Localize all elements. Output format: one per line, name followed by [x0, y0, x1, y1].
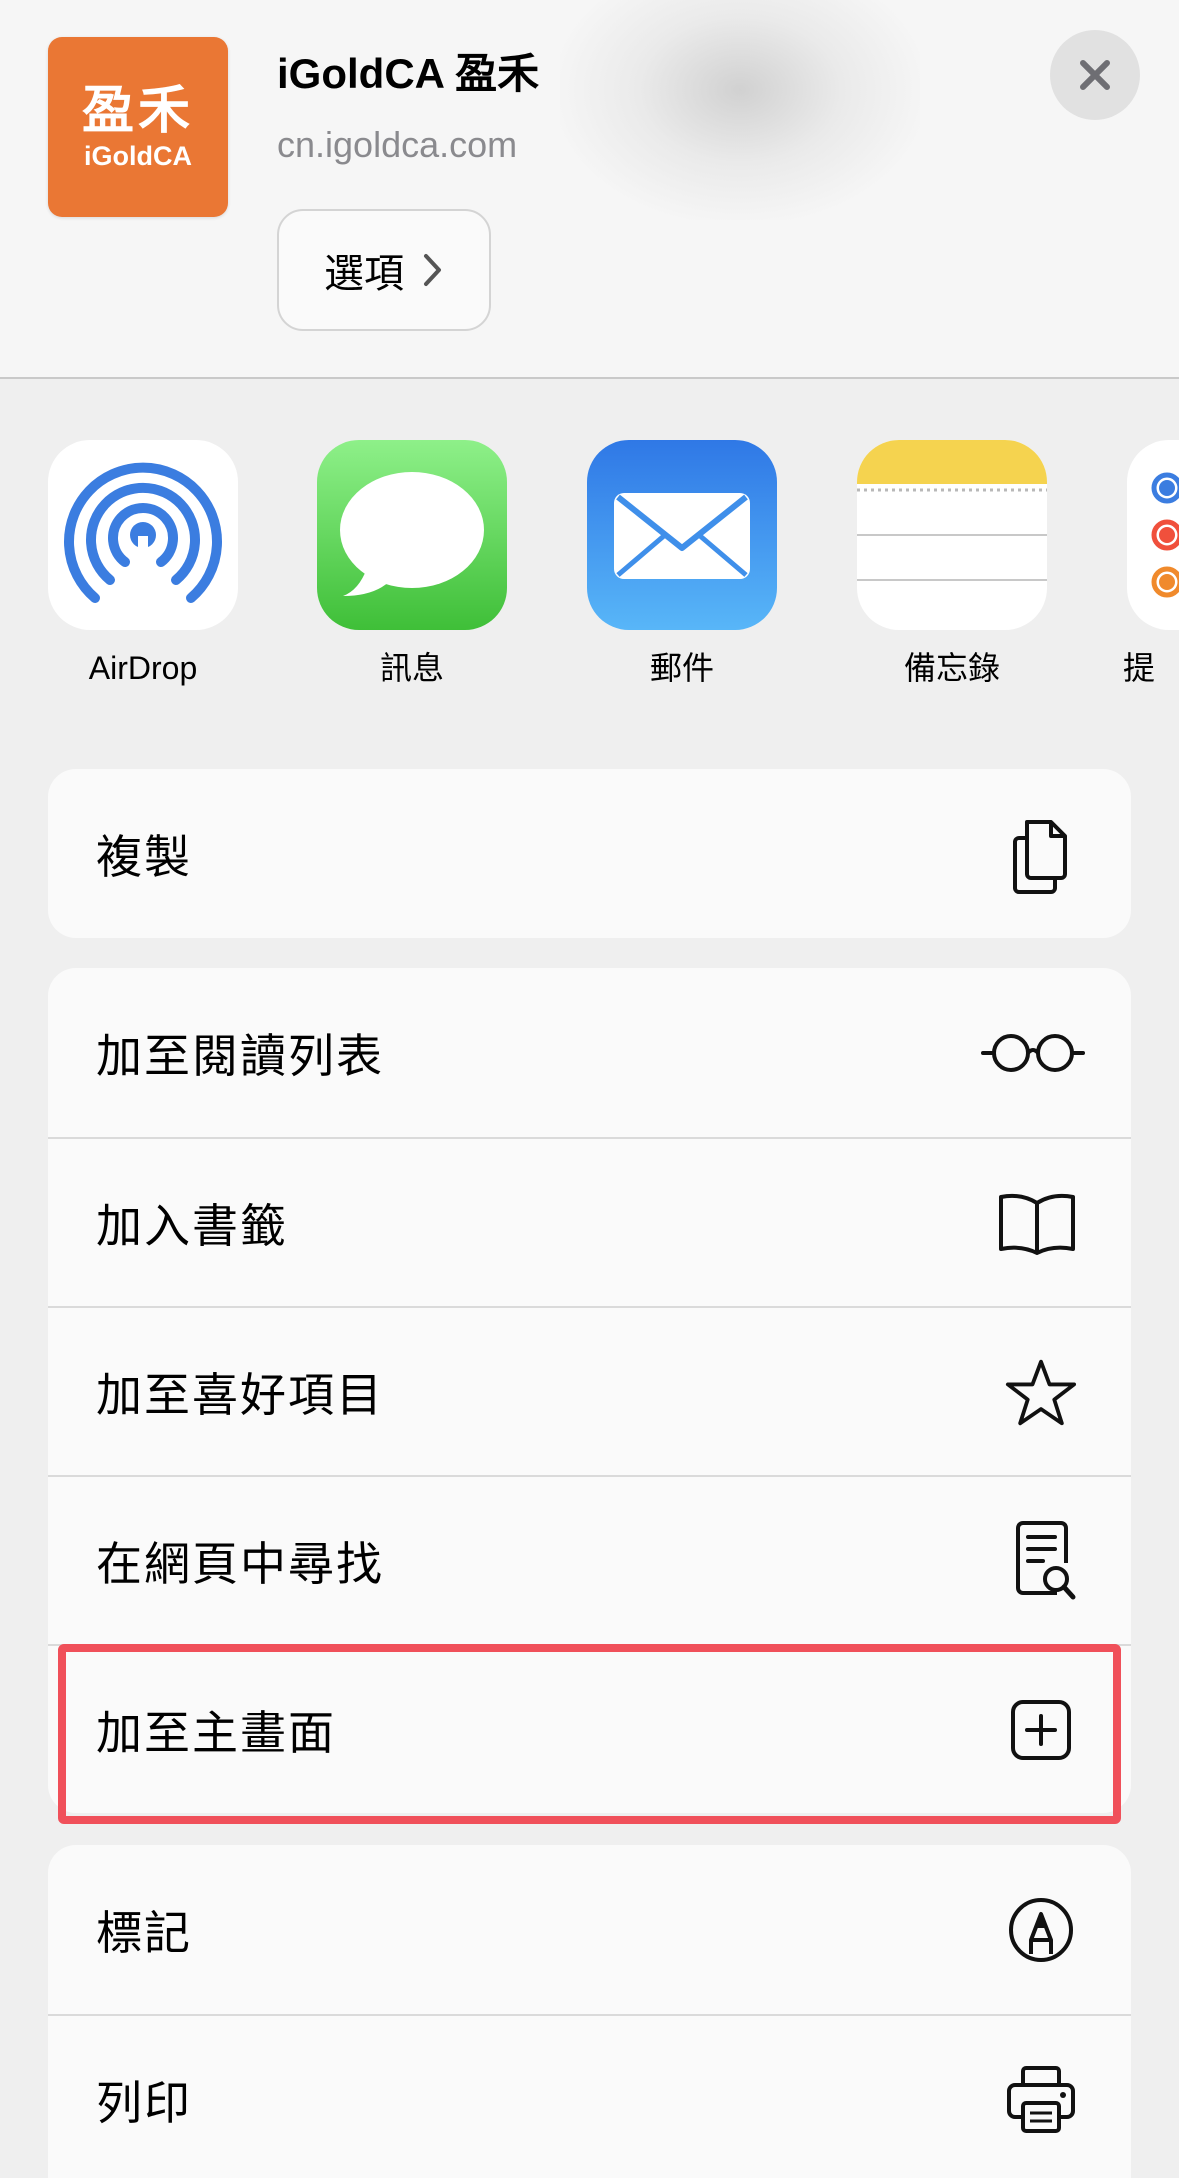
- site-icon-text-en: iGoldCA: [84, 141, 192, 171]
- share-app-mail[interactable]: 郵件: [587, 440, 777, 690]
- share-app-messages[interactable]: 訊息: [317, 440, 507, 690]
- action-label: 加至主畫面: [96, 1705, 336, 1760]
- action-copy[interactable]: 複製: [48, 769, 1131, 938]
- action-label: 在網頁中尋找: [96, 1536, 384, 1591]
- copy-icon: [1005, 818, 1077, 894]
- action-label: 標記: [96, 1905, 192, 1960]
- airdrop-icon: [48, 440, 238, 630]
- action-add-to-home-screen[interactable]: 加至主畫面: [48, 1644, 1131, 1813]
- share-sheet: 盈禾 iGoldCA iGoldCA 盈禾 cn.igoldca.com 選項: [0, 0, 1179, 2178]
- share-app-label: 提: [1123, 650, 1156, 686]
- action-markup[interactable]: 標記: [48, 1845, 1131, 2014]
- messages-icon: [317, 440, 507, 630]
- mail-icon: [587, 440, 777, 630]
- site-title: iGoldCA 盈禾: [277, 50, 540, 97]
- action-find-on-page[interactable]: 在網頁中尋找: [48, 1475, 1131, 1644]
- action-label: 加至喜好項目: [96, 1367, 384, 1422]
- reminders-icon: [1127, 440, 1179, 630]
- find-document-icon: [1013, 1519, 1077, 1603]
- chevron-right-icon: [424, 254, 441, 286]
- header-background-blur: [560, 0, 920, 220]
- action-add-bookmark[interactable]: 加入書籤: [48, 1137, 1131, 1306]
- share-app-label: 備忘錄: [903, 650, 1000, 686]
- plus-square-icon: [1005, 1694, 1077, 1766]
- site-icon-text-zh: 盈禾: [81, 81, 194, 141]
- action-add-favorites[interactable]: 加至喜好項目: [48, 1306, 1131, 1475]
- glasses-icon: [981, 1017, 1085, 1089]
- book-icon: [997, 1187, 1077, 1259]
- action-label: 加至閱讀列表: [96, 1028, 384, 1083]
- site-url: cn.igoldca.com: [277, 124, 518, 165]
- notes-icon: [857, 440, 1047, 630]
- share-app-reminders[interactable]: 提: [1123, 440, 1179, 690]
- share-sheet-header: 盈禾 iGoldCA iGoldCA 盈禾 cn.igoldca.com 選項: [0, 0, 1179, 379]
- action-label: 複製: [96, 829, 192, 884]
- share-app-label: 郵件: [649, 650, 714, 686]
- printer-icon: [1005, 2064, 1077, 2136]
- star-icon: [1005, 1356, 1077, 1428]
- markup-pen-icon: [1005, 1894, 1077, 1966]
- share-app-notes[interactable]: 備忘錄: [857, 440, 1047, 690]
- action-label: 列印: [96, 2075, 192, 2130]
- action-group-copy: 複製: [48, 769, 1131, 938]
- close-button[interactable]: [1050, 30, 1140, 120]
- action-group-more: 標記 列印: [48, 1845, 1131, 2178]
- action-group-main: 加至閱讀列表 加入書籤 加至喜好項目 在網頁中尋找 加至主畫面: [48, 968, 1131, 1813]
- action-label: 加入書籤: [96, 1198, 288, 1253]
- share-apps-row: AirDrop 訊息 郵件 備忘錄 提: [0, 380, 1179, 710]
- options-button[interactable]: 選項: [277, 209, 491, 331]
- close-icon: [1080, 60, 1110, 90]
- action-print[interactable]: 列印: [48, 2014, 1131, 2178]
- options-label: 選項: [324, 252, 404, 296]
- action-reading-list[interactable]: 加至閱讀列表: [48, 968, 1131, 1137]
- share-app-label: 訊息: [379, 650, 444, 686]
- site-app-icon: 盈禾 iGoldCA: [48, 37, 228, 217]
- share-app-airdrop[interactable]: AirDrop: [48, 440, 238, 690]
- share-app-label: AirDrop: [88, 650, 198, 686]
